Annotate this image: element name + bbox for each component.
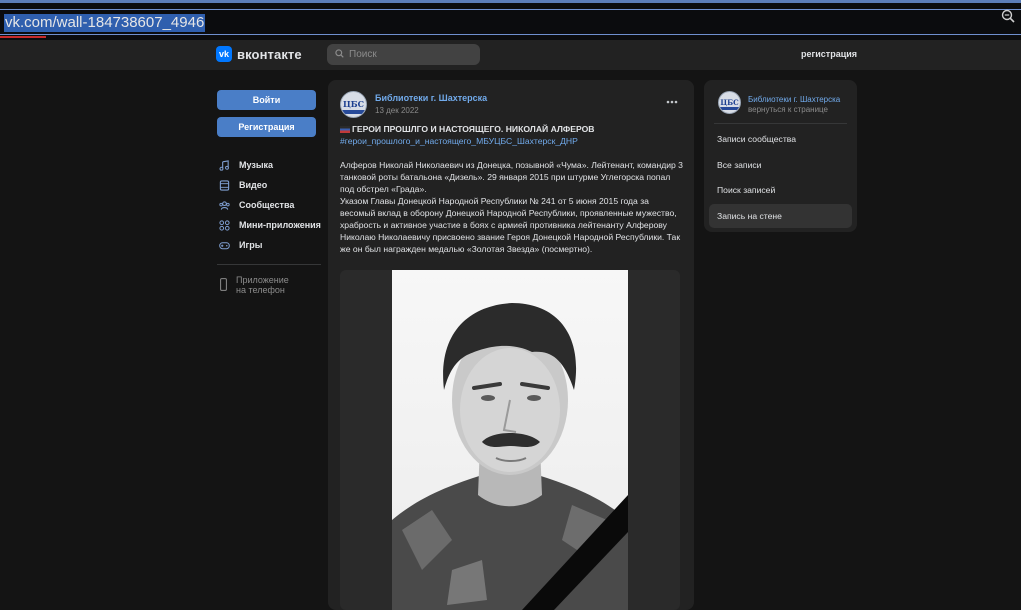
back-to-page-link[interactable]: вернуться к странице <box>748 105 828 114</box>
post-date[interactable]: 13 дек 2022 <box>375 106 419 115</box>
post-title: ГЕРОИ ПРОШЛГО И НАСТОЯЩЕГО. НИКОЛАЙ АЛФЕ… <box>340 123 685 135</box>
sidebar-item-mini-apps[interactable]: Мини-приложения <box>217 215 321 235</box>
sidebar-item-communities[interactable]: Сообщества <box>217 195 321 215</box>
portrait-illustration <box>392 303 628 610</box>
memorial-portrait-image <box>392 270 628 610</box>
music-icon <box>219 159 229 171</box>
zoom-icon[interactable] <box>1001 9 1015 23</box>
url-text[interactable]: vk.com/wall-184738607_4946 <box>4 14 206 32</box>
more-options-icon[interactable] <box>666 100 678 104</box>
post-author-link[interactable]: Библиотеки г. Шахтерска <box>375 93 487 103</box>
side-nav: Музыка Видео Сообщества Мини-приложения … <box>217 155 321 255</box>
games-icon <box>219 241 230 249</box>
sidebar-item-label: Мини-приложения <box>239 220 321 230</box>
logo-text: вконтакте <box>237 46 302 62</box>
mini-apps-icon <box>219 219 230 231</box>
communities-icon <box>219 200 230 210</box>
left-sidebar: Войти Регистрация Музыка Видео Сообществ… <box>217 90 321 295</box>
register-link[interactable]: регистрация <box>801 49 857 59</box>
group-avatar[interactable]: ЦБС <box>718 91 741 114</box>
group-avatar-text: ЦБС <box>720 98 739 107</box>
sidebar-divider <box>217 264 321 265</box>
vk-logo-icon: vk <box>216 46 232 62</box>
phone-icon <box>220 278 227 291</box>
dnr-flag-icon <box>340 125 350 133</box>
menu-item-community-posts[interactable]: Записи сообщества <box>709 127 852 151</box>
vk-logo[interactable]: vk вконтакте <box>216 46 302 62</box>
post-paragraph-1: Алферов Николай Николаевич из Донецка, п… <box>340 160 683 194</box>
post-hashtag-link[interactable]: #герои_прошлого_и_настоящего_МБУЦБС_Шахт… <box>340 135 685 147</box>
right-panel: ЦБС Библиотеки г. Шахтерска вернуться к … <box>704 80 857 232</box>
group-name-link[interactable]: Библиотеки г. Шахтерска <box>748 95 848 104</box>
loading-indicator <box>0 36 46 38</box>
avatar-stripe <box>341 110 366 114</box>
sidebar-item-games[interactable]: Игры <box>217 235 321 255</box>
right-panel-divider <box>714 123 847 124</box>
sidebar-item-label: Музыка <box>239 160 274 170</box>
sidebar-item-video[interactable]: Видео <box>217 175 321 195</box>
group-avatar-stripe <box>719 107 740 110</box>
post-spacer <box>340 147 685 159</box>
post-photo[interactable] <box>340 270 680 610</box>
menu-item-all-posts[interactable]: Все записи <box>709 153 852 177</box>
post-text: ГЕРОИ ПРОШЛГО И НАСТОЯЩЕГО. НИКОЛАЙ АЛФЕ… <box>340 123 685 255</box>
avatar-logo-text: ЦБС <box>343 99 364 109</box>
wall-post: ЦБС Библиотеки г. Шахтерска 13 дек 2022 … <box>328 80 694 610</box>
site-header: vk вконтакте регистрация <box>0 40 1021 70</box>
sidebar-item-mobile-app[interactable]: Приложение на телефон <box>217 275 321 295</box>
login-button[interactable]: Войти <box>217 90 316 110</box>
sidebar-item-label: Игры <box>239 240 263 250</box>
browser-address-bar: vk.com/wall-184738607_4946 <box>0 0 1021 40</box>
search-input[interactable] <box>349 46 474 63</box>
mobile-app-line1: Приложение <box>236 275 289 285</box>
video-icon <box>219 179 230 191</box>
mobile-app-line2: на телефон <box>236 285 285 295</box>
search-icon <box>335 49 344 58</box>
register-button[interactable]: Регистрация <box>217 117 316 137</box>
post-author-avatar[interactable]: ЦБС <box>340 91 367 118</box>
post-paragraph-2: Указом Главы Донецкой Народной Республик… <box>340 196 681 254</box>
mobile-app-label: Приложение на телефон <box>236 275 289 295</box>
sidebar-item-music[interactable]: Музыка <box>217 155 321 175</box>
menu-item-wall-post[interactable]: Запись на стене <box>709 203 852 228</box>
menu-item-search-posts[interactable]: Поиск записей <box>709 178 852 202</box>
sidebar-item-label: Видео <box>239 180 268 190</box>
sidebar-item-label: Сообщества <box>239 200 295 210</box>
wall-menu: Записи сообщества Все записи Поиск запис… <box>709 127 852 229</box>
search-box[interactable] <box>327 44 480 65</box>
post-title-text: ГЕРОИ ПРОШЛГО И НАСТОЯЩЕГО. НИКОЛАЙ АЛФЕ… <box>352 124 595 134</box>
url-field[interactable]: vk.com/wall-184738607_4946 <box>0 9 1021 35</box>
